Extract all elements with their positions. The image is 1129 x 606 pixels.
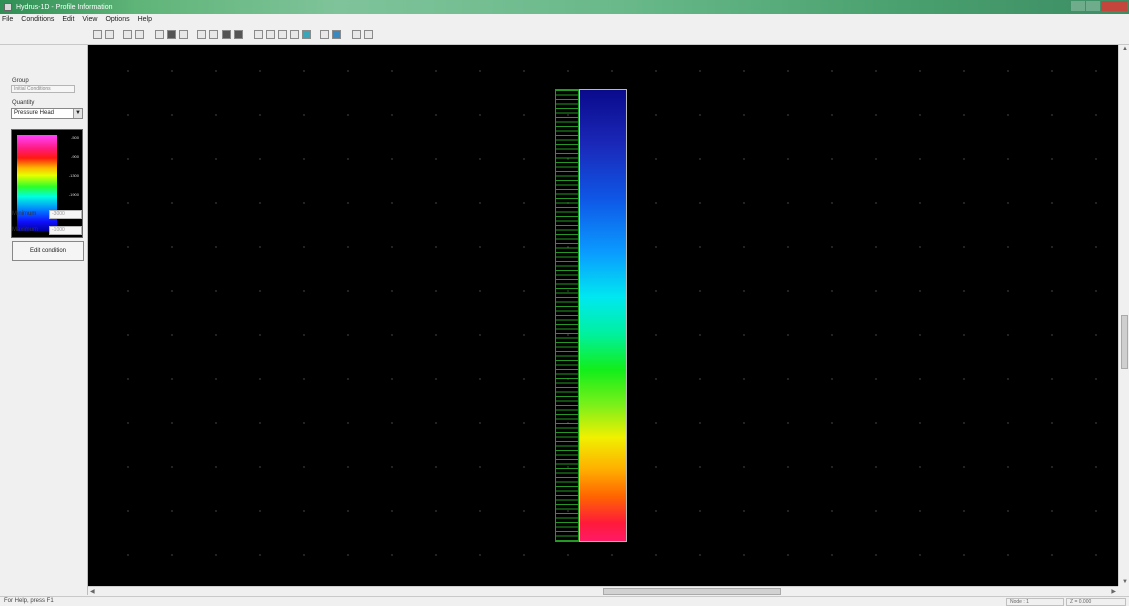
minimize-button[interactable] (1071, 1, 1085, 11)
menu-help[interactable]: Help (138, 16, 152, 23)
legend-tick: -1300 (68, 173, 79, 178)
scroll-up-icon[interactable]: ▲ (1122, 46, 1128, 52)
status-help-text: For Help, press F1 (4, 598, 54, 604)
menu-view[interactable]: View (82, 16, 97, 23)
print-icon[interactable] (93, 30, 102, 39)
maximum-field: -1000 (49, 226, 82, 235)
flag-icon[interactable] (179, 30, 188, 39)
menu-file[interactable]: File (2, 16, 13, 23)
vertical-scrollbar[interactable]: ▲ ▼ (1118, 45, 1129, 586)
maximize-button[interactable] (1086, 1, 1100, 11)
quantity-select-value: Pressure Head (14, 110, 55, 116)
scroll-right-icon[interactable]: ▶ (1111, 588, 1116, 595)
horizontal-scroll-thumb[interactable] (603, 588, 781, 595)
left-panel: Group Initial Conditions Quantity Pressu… (0, 45, 88, 595)
profile-canvas[interactable] (88, 45, 1118, 586)
scroll-left-icon[interactable]: ◀ (90, 588, 95, 595)
bar-icon[interactable] (234, 30, 243, 39)
status-bar: For Help, press F1 Node : 1 Z = 0.000 (0, 596, 1129, 606)
menu-bar: File Conditions Edit View Options Help (0, 14, 1129, 25)
edit-condition-button[interactable]: Edit condition (12, 241, 84, 261)
pressure-head-profile[interactable] (579, 89, 627, 542)
close-button[interactable] (1101, 1, 1127, 11)
legend-tick: -500 (70, 135, 79, 140)
window-title: Hydrus-1D - Profile Information (16, 3, 113, 11)
legend-tick: -1900 (68, 192, 79, 197)
context-help-icon[interactable] (364, 30, 373, 39)
group-field: Initial Conditions (11, 85, 75, 93)
menu-options[interactable]: Options (105, 16, 129, 23)
bar-icon[interactable] (222, 30, 231, 39)
refresh-icon[interactable] (302, 30, 311, 39)
save-icon[interactable] (105, 30, 114, 39)
app-icon (4, 3, 12, 11)
maximum-label: Maximum (12, 227, 39, 233)
split-icon[interactable] (254, 30, 263, 39)
column-icon[interactable] (155, 30, 164, 39)
title-bar: Hydrus-1D - Profile Information (0, 0, 1129, 14)
menu-conditions[interactable]: Conditions (21, 16, 54, 23)
finite-element-mesh[interactable] (555, 89, 579, 542)
color-legend: -500 -900 -1300 -1900 -2500 -3000 (11, 129, 83, 238)
zoom-icon[interactable] (278, 30, 287, 39)
quantity-select[interactable]: Pressure Head ▼ (11, 108, 83, 119)
window-icon[interactable] (332, 30, 341, 39)
chevron-down-icon[interactable]: ▼ (73, 109, 82, 118)
line-icon[interactable] (197, 30, 206, 39)
list-icon[interactable] (123, 30, 132, 39)
horizontal-scrollbar[interactable]: ◀ ▶ (88, 586, 1118, 596)
group-label: Group (12, 78, 29, 84)
table-icon[interactable] (266, 30, 275, 39)
minimum-field: -3000 (49, 210, 82, 219)
grid-icon[interactable] (135, 30, 144, 39)
vertical-scroll-thumb[interactable] (1121, 315, 1128, 369)
status-z: Z = 0.000 (1066, 598, 1126, 606)
legend-tick: -900 (70, 154, 79, 159)
help-icon[interactable] (352, 30, 361, 39)
scroll-down-icon[interactable]: ▼ (1122, 579, 1128, 585)
window-controls (1071, 1, 1127, 11)
material-icon[interactable] (167, 30, 176, 39)
zoom-in-icon[interactable] (290, 30, 299, 39)
minimum-label: Minimum (12, 211, 37, 217)
toolbar (0, 25, 1129, 45)
quantity-label: Quantity (12, 100, 35, 106)
menu-edit[interactable]: Edit (62, 16, 74, 23)
pencil-icon[interactable] (320, 30, 329, 39)
equal-icon[interactable] (209, 30, 218, 39)
status-node: Node : 1 (1006, 598, 1064, 606)
